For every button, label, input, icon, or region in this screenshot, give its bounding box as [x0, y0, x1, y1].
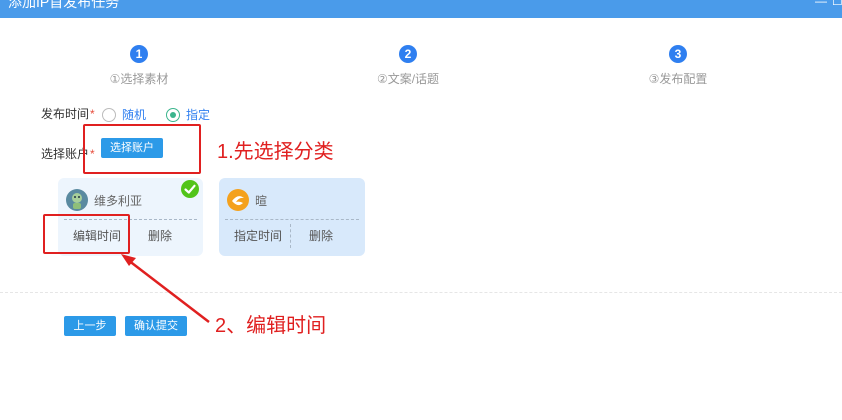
- annotation-arrow: [121, 254, 210, 323]
